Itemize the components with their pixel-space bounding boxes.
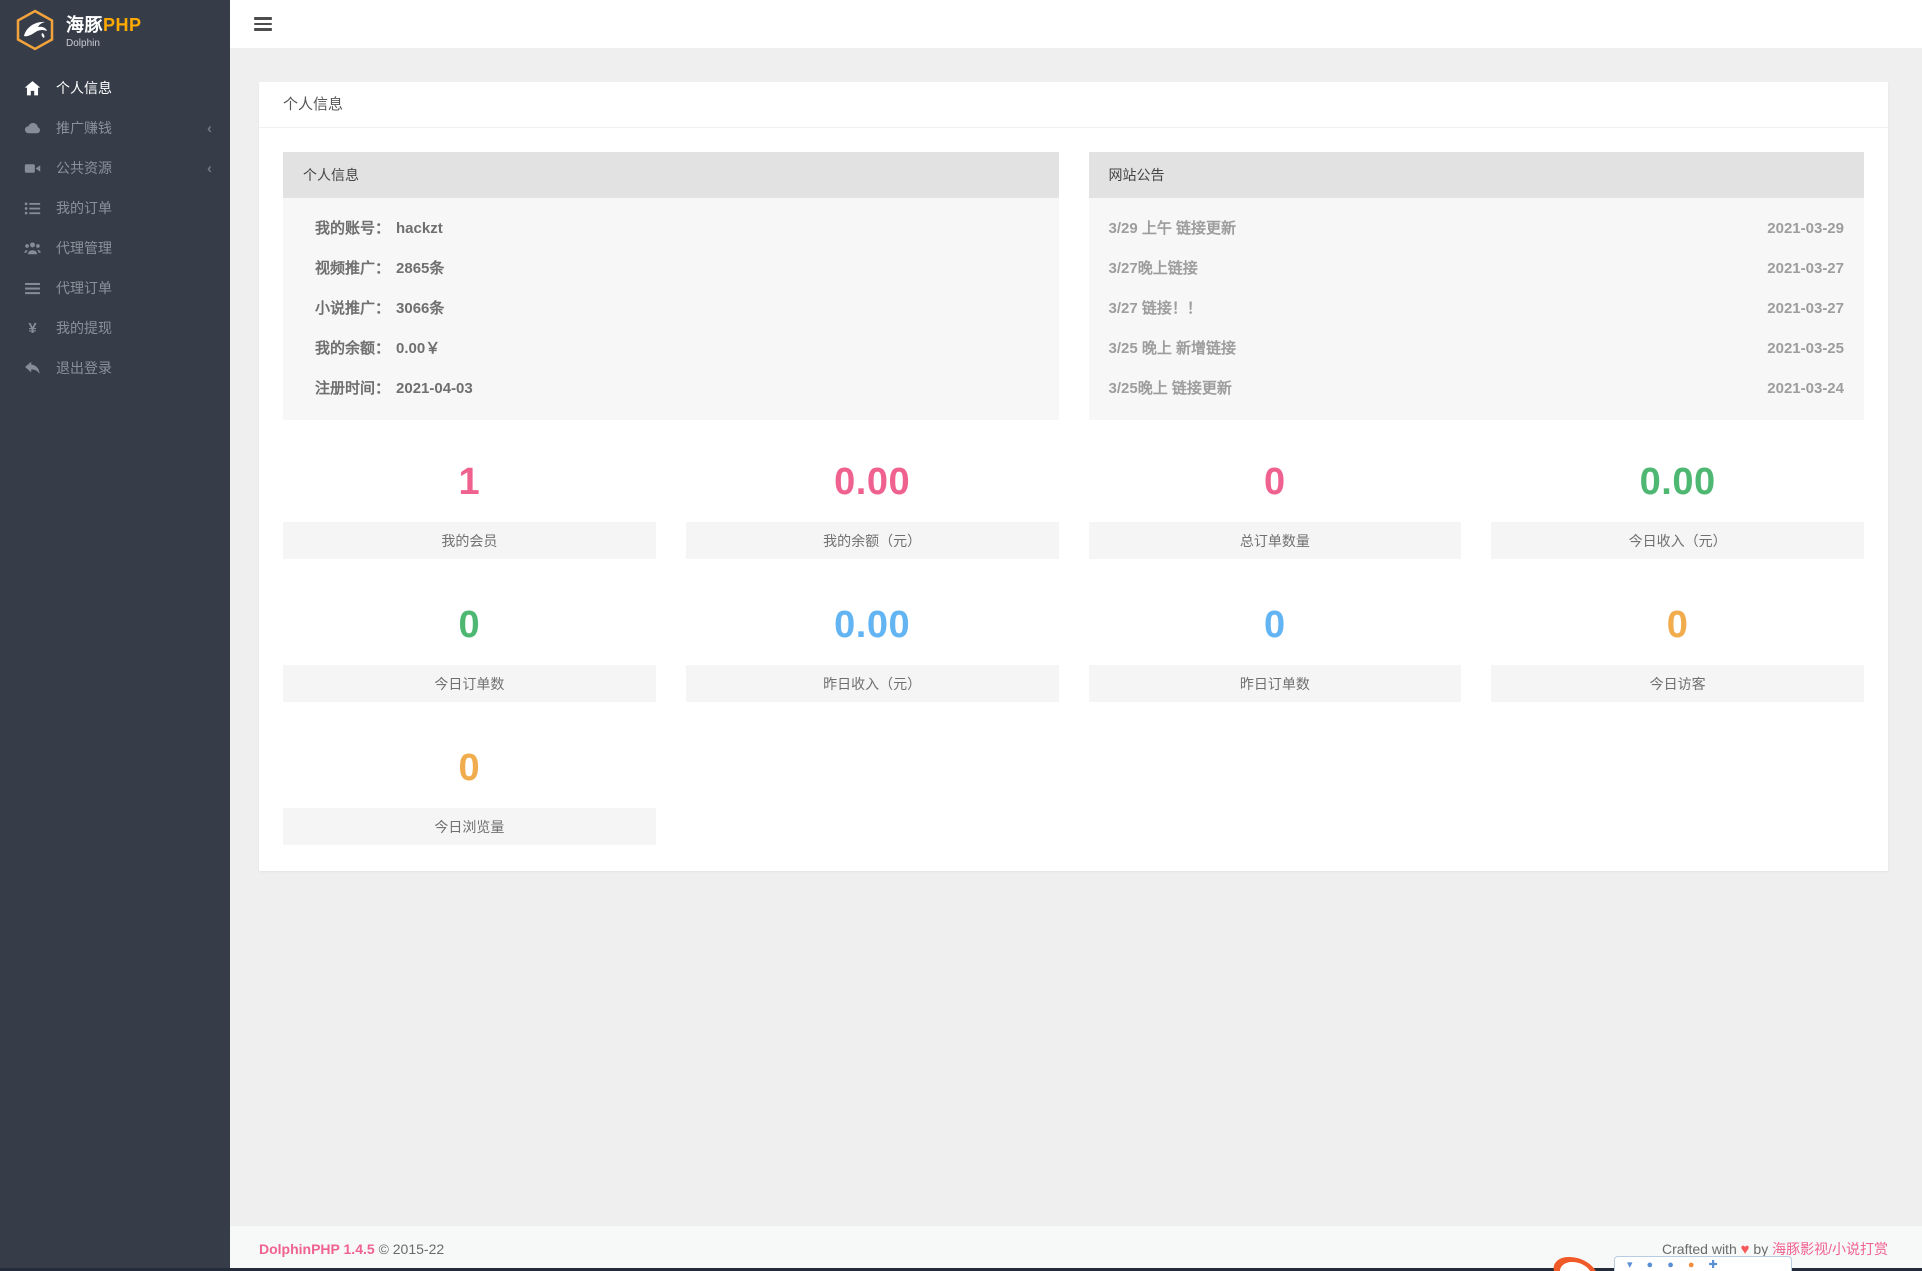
app-logo[interactable]: 海豚PHP Dolphin	[0, 0, 230, 60]
profile-row-account: 我的账号： hackzt	[315, 220, 443, 237]
announcement-item[interactable]: 3/29 上午 链接更新 2021-03-29	[1109, 209, 1845, 249]
announcement-panel: 网站公告 3/29 上午 链接更新 2021-03-29 3/27晚上链接 2021…	[1088, 152, 1864, 420]
stat-my-balance: 0.00 我的余额（元）	[685, 442, 1059, 559]
stat-today-pageviews: 0 今日浏览量	[283, 728, 656, 845]
sidebar-item-promotion[interactable]: 推广赚钱 ‹	[0, 108, 230, 148]
chevron-left-icon: ‹	[207, 159, 212, 177]
stat-today-visitors: 0 今日访客	[1491, 585, 1864, 702]
sidebar-item-label: 我的订单	[56, 200, 112, 216]
sidebar-item-my-withdrawal[interactable]: ¥ 我的提现	[0, 308, 230, 348]
announcement-item[interactable]: 3/27 链接！！ 2021-03-27	[1109, 289, 1845, 329]
cloud-icon	[24, 120, 41, 137]
footer-brand: DolphinPHP 1.4.5	[259, 1240, 375, 1257]
widget-dot-icon: ●	[1687, 1259, 1695, 1271]
sidebar-item-label: 公共资源	[56, 160, 112, 176]
logo-subtitle: Dolphin	[66, 38, 100, 49]
sidebar-item-logout[interactable]: 退出登录	[0, 348, 230, 388]
page-title: 个人信息	[259, 82, 1888, 128]
app-logo-text: 海豚PHP Dolphin	[66, 11, 142, 49]
stat-today-income: 0.00 今日收入（元）	[1491, 442, 1864, 559]
widget-toolbar[interactable]: ▾ ● ● ● ✚	[1614, 1256, 1792, 1271]
logout-icon	[24, 360, 41, 377]
announcement-item[interactable]: 3/25晚上 链接更新 2021-03-24	[1109, 369, 1845, 409]
chevron-left-icon: ‹	[207, 119, 212, 137]
stat-total-orders: 0 总订单数量	[1088, 442, 1462, 559]
dolphin-logo-icon	[16, 9, 54, 51]
stat-yesterday-income: 0.00 昨日收入（元）	[685, 585, 1059, 702]
sidebar-item-my-orders[interactable]: 我的订单	[0, 188, 230, 228]
profile-row-video-promo: 视频推广： 2865条	[315, 260, 445, 277]
sidebar: 海豚PHP Dolphin 个人信息 推广赚钱 ‹ 公共资源 ‹ 我的订单 代理…	[0, 0, 230, 1271]
home-icon	[24, 80, 41, 97]
list-icon	[24, 200, 41, 217]
bars-icon	[24, 280, 41, 297]
profile-panel: 个人信息 我的账号： hackzt 视频推广： 2865条 小说推广： 3066条 我…	[283, 152, 1059, 420]
widget-dot-icon: ●	[1667, 1259, 1674, 1271]
main-card: 个人信息 个人信息 我的账号： hackzt 视频推广： 2865条 小说推广： 30…	[259, 82, 1888, 871]
sidebar-item-label: 代理订单	[56, 280, 112, 296]
announcement-panel-title: 网站公告	[1088, 152, 1864, 198]
widget-dot-icon: ●	[1646, 1259, 1654, 1271]
announcement-item[interactable]: 3/25 晚上 新增链接 2021-03-25	[1109, 329, 1845, 369]
stats-grid: 1 我的会员 0.00 我的余额（元） 0 总订单数量 0.00 今日收入（元） 0 今日…	[283, 442, 1864, 845]
menu-toggle-button[interactable]	[254, 17, 272, 31]
widget-chevron-icon: ▾	[1627, 1259, 1633, 1271]
sidebar-item-agent-orders[interactable]: 代理订单	[0, 268, 230, 308]
footer-copyright: © 2015-22	[378, 1240, 445, 1257]
stat-my-members: 1 我的会员	[283, 442, 656, 559]
video-icon	[24, 160, 41, 177]
logo-title-cn: 海豚	[66, 15, 103, 35]
sidebar-item-profile[interactable]: 个人信息	[0, 68, 230, 108]
sidebar-item-label: 退出登录	[56, 360, 112, 376]
users-icon	[24, 240, 41, 257]
profile-row-register-time: 注册时间： 2021-04-03	[315, 380, 473, 397]
topbar	[230, 0, 1922, 48]
floating-widget[interactable]: ▾ ● ● ● ✚	[1550, 1254, 1792, 1271]
profile-panel-title: 个人信息	[283, 152, 1059, 198]
widget-plus-icon: ✚	[1708, 1259, 1718, 1271]
sidebar-item-label: 我的提现	[56, 320, 112, 336]
announcement-item[interactable]: 3/27晚上链接 2021-03-27	[1109, 249, 1845, 289]
yen-icon: ¥	[28, 319, 37, 337]
profile-row-balance: 我的余额： 0.00￥	[315, 340, 441, 357]
sidebar-menu: 个人信息 推广赚钱 ‹ 公共资源 ‹ 我的订单 代理管理 代理订单 ¥ 我的提现…	[0, 68, 230, 388]
footer-left: DolphinPHP 1.4.5 © 2015-22	[259, 1241, 444, 1257]
widget-logo-icon	[1553, 1257, 1596, 1271]
logo-title-php: PHP	[103, 15, 142, 35]
sidebar-item-label: 个人信息	[56, 80, 112, 96]
sidebar-item-label: 代理管理	[56, 240, 112, 256]
stat-yesterday-orders: 0 昨日订单数	[1088, 585, 1462, 702]
stat-today-orders: 0 今日订单数	[283, 585, 656, 702]
profile-row-novel-promo: 小说推广： 3066条	[315, 300, 445, 317]
sidebar-item-label: 推广赚钱	[56, 120, 112, 136]
sidebar-item-agent-management[interactable]: 代理管理	[0, 228, 230, 268]
sidebar-item-public-resources[interactable]: 公共资源 ‹	[0, 148, 230, 188]
